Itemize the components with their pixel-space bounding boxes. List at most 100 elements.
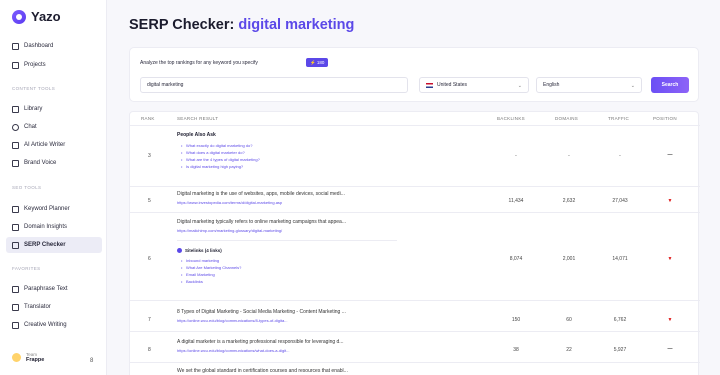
projects-icon	[12, 61, 19, 69]
yazo-logo-icon	[12, 9, 26, 24]
team-badge: 8	[90, 358, 94, 364]
writing-icon	[12, 321, 19, 329]
team-name: Frappe	[26, 357, 45, 363]
result-url[interactable]: https://online.wcu.edu/blog/communicatio…	[177, 348, 290, 353]
row-backlinks: 150	[511, 317, 521, 323]
paa-question[interactable]: Is digital marketing high paying?	[181, 164, 243, 169]
row-position-unchanged: —	[667, 346, 673, 352]
result-title[interactable]: Digital marketing is the use of websites…	[177, 191, 345, 197]
paa-title: People Also Ask	[177, 132, 216, 138]
row-backlinks: 11,434	[508, 198, 524, 204]
position-down-icon: ▼	[667, 198, 673, 204]
sidebar-item-domain-insights[interactable]: Domain Insights	[6, 219, 102, 235]
brand-logo[interactable]: Yazo	[12, 9, 61, 24]
language-select[interactable]: English ⌄	[536, 77, 642, 93]
sitelink[interactable]: Backlinks	[181, 279, 203, 284]
sidebar-item-library[interactable]: Library	[6, 101, 102, 117]
team-switcher[interactable]: Team Frappe	[12, 352, 44, 363]
result-url[interactable]: https://online.wcu.edu/blog/communicatio…	[177, 318, 288, 323]
search-button[interactable]: Search	[651, 77, 689, 93]
sidebar-item-serp-checker[interactable]: SERP Checker	[6, 237, 102, 253]
keyword-icon	[12, 205, 19, 213]
result-title[interactable]: Digital marketing typically refers to on…	[177, 219, 346, 225]
sidebar-item-dashboard[interactable]: Dashboard	[6, 38, 102, 54]
megaphone-icon	[12, 159, 19, 167]
paa-question[interactable]: What are the 4 types of digital marketin…	[181, 157, 260, 162]
credits-badge: ⚡ 180	[306, 58, 329, 67]
row-rank: 3	[148, 153, 151, 159]
position-down-icon: ▼	[667, 256, 673, 262]
chevron-down-icon: ⌄	[517, 83, 522, 89]
result-title[interactable]: 8 Types of Digital Marketing - Social Me…	[177, 309, 346, 315]
chevron-down-icon: ⌄	[630, 83, 635, 89]
sidebar-item-paraphrase-text[interactable]: Paraphrase Text	[6, 281, 102, 297]
dashboard-icon	[12, 42, 19, 50]
divider	[130, 125, 700, 126]
col-header-position: POSITION	[653, 116, 677, 121]
us-flag-icon	[426, 82, 433, 88]
chat-icon	[12, 123, 19, 131]
row-rank: 5	[148, 198, 151, 204]
result-url[interactable]: https://mailchimp.com/marketing-glossary…	[177, 228, 282, 233]
serp-icon	[12, 241, 19, 249]
team-avatar	[12, 353, 21, 362]
page-title: SERP Checker: digital marketing	[129, 17, 355, 33]
col-header-traffic: TRAFFIC	[608, 116, 630, 121]
result-url[interactable]: https://www.investopedia.com/terms/d/dig…	[177, 200, 282, 205]
sidebar-item-ai-article-writer[interactable]: AI Article Writer	[6, 137, 102, 153]
sidebar-item-translator[interactable]: Translator	[6, 299, 102, 315]
search-card: Analyze the top rankings for any keyword…	[129, 47, 699, 102]
row-position-unchanged: —	[667, 152, 673, 158]
sidebar-item-brand-voice[interactable]: Brand Voice	[6, 155, 102, 171]
paa-question[interactable]: What exactly do digital marketing do?	[181, 143, 253, 148]
divider	[130, 362, 700, 363]
brand-name: Yazo	[31, 9, 61, 24]
row-rank: 8	[148, 347, 151, 353]
page-title-keyword: digital marketing	[238, 17, 355, 33]
section-seo-tools: SEO TOOLS	[12, 185, 42, 190]
divider	[130, 186, 700, 187]
divider	[130, 331, 700, 332]
keyword-input[interactable]: digital marketing	[140, 77, 408, 93]
paa-question[interactable]: What does a digital marketer do?	[181, 150, 245, 155]
country-select[interactable]: United States ⌄	[419, 77, 529, 93]
sidebar-item-keyword-planner[interactable]: Keyword Planner	[6, 201, 102, 217]
divider	[177, 240, 397, 241]
sitelink[interactable]: What Are Marketing Channels?	[181, 265, 241, 270]
row-domains: 22	[566, 347, 572, 353]
sidebar-item-projects[interactable]: Projects	[6, 57, 102, 73]
row-rank: 7	[148, 317, 151, 323]
result-title[interactable]: A digital marketer is a marketing profes…	[177, 339, 343, 345]
sitelinks-heading: Sitelinks (4 links)	[177, 248, 222, 253]
col-header-rank: RANK	[141, 116, 155, 121]
result-title[interactable]: We set the global standard in certificat…	[177, 368, 348, 374]
serp-results-table: RANK SEARCH RESULT BACKLINKS DOMAINS TRA…	[129, 111, 700, 375]
sitelink[interactable]: Inbound marketing	[181, 258, 219, 263]
row-rank: 6	[148, 256, 151, 262]
row-backlinks: 38	[513, 347, 519, 353]
sidebar-item-chat[interactable]: Chat	[6, 119, 102, 135]
row-traffic: 5,927	[613, 347, 627, 353]
row-domains: 2,001	[562, 256, 576, 262]
row-traffic: -	[619, 153, 621, 159]
row-domains: -	[568, 153, 570, 159]
sitelink[interactable]: Email Marketing	[181, 272, 215, 277]
col-header-backlinks: BACKLINKS	[497, 116, 525, 121]
translator-icon	[12, 303, 19, 311]
row-backlinks: -	[515, 153, 517, 159]
row-traffic: 14,071	[612, 256, 628, 262]
link-icon	[177, 248, 182, 253]
divider	[130, 212, 700, 213]
article-writer-icon	[12, 141, 19, 149]
row-domains: 60	[566, 317, 572, 323]
sidebar-item-creative-writing[interactable]: Creative Writing	[6, 317, 102, 333]
library-icon	[12, 105, 19, 113]
col-header-domains: DOMAINS	[555, 116, 579, 121]
row-traffic: 6,762	[613, 317, 627, 323]
row-backlinks: 8,074	[509, 256, 523, 262]
col-header-search-result: SEARCH RESULT	[177, 116, 219, 121]
row-domains: 2,632	[562, 198, 576, 204]
section-content-tools: CONTENT TOOLS	[12, 86, 56, 91]
chart-icon	[12, 223, 19, 231]
row-traffic: 27,043	[612, 198, 628, 204]
